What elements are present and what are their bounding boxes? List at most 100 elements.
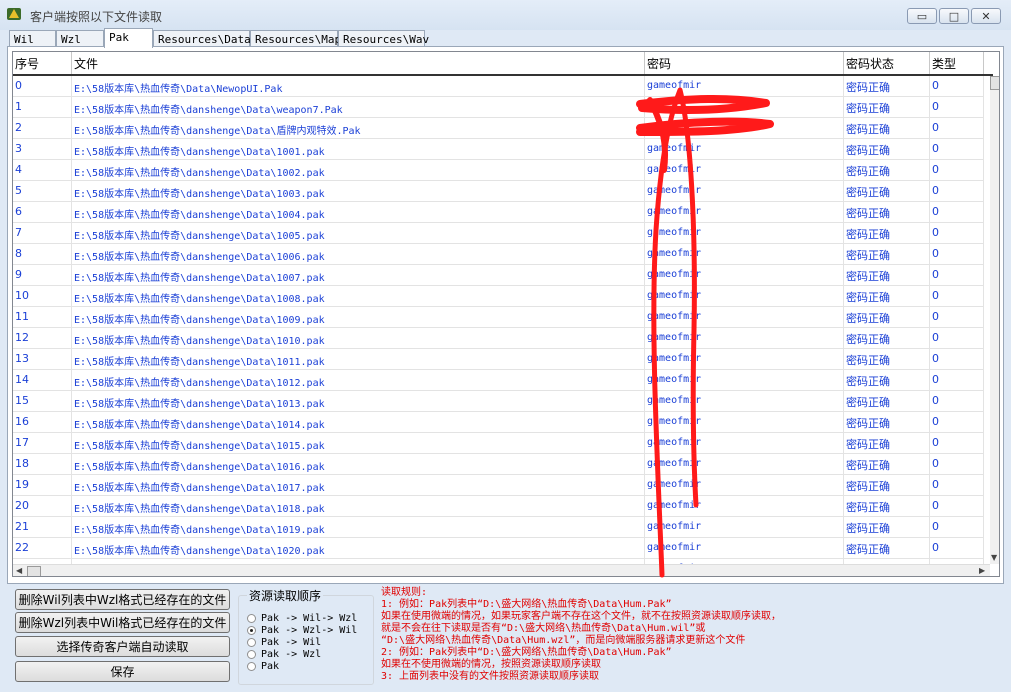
table-row[interactable]: 0 E:\58版本库\热血传奇\Data\NewopUI.Pak gameofmir… — [13, 76, 984, 97]
cell-file: E:\58版本库\热血传奇\danshenge\Data\1001.pak — [72, 139, 645, 159]
scroll-left-icon[interactable]: ◀ — [16, 567, 22, 575]
order-option-4[interactable]: Pak -> Wzl — [247, 648, 321, 660]
cell-password-status: 密码正确 — [844, 370, 930, 390]
rules-line: 如果在不使用微端的情况，按照资源读取顺序读取 — [381, 659, 601, 670]
table-row[interactable]: 18 E:\58版本库\热血传奇\danshenge\Data\1016.pak g… — [13, 454, 984, 475]
cell-password-status: 密码正确 — [844, 454, 930, 474]
table-row[interactable]: 3 E:\58版本库\热血传奇\danshenge\Data\1001.pak ga… — [13, 139, 984, 160]
table-row[interactable]: 21 E:\58版本库\热血传奇\danshenge\Data\1019.pak g… — [13, 517, 984, 538]
cell-no: 20 — [13, 496, 72, 516]
vertical-scrollbar[interactable]: ▼ — [990, 76, 999, 564]
cell-password: gameofmir — [645, 370, 844, 390]
table-row[interactable]: 4 E:\58版本库\热血传奇\danshenge\Data\1002.pak ga… — [13, 160, 984, 181]
radio-icon[interactable] — [247, 649, 256, 659]
table-row[interactable]: 7 E:\58版本库\热血传奇\danshenge\Data\1005.pak ga… — [13, 223, 984, 244]
minimize-button[interactable]: ▭ — [907, 8, 937, 24]
close-button[interactable]: ✕ — [971, 8, 1001, 24]
cell-file: E:\58版本库\热血传奇\danshenge\Data\1018.pak — [72, 496, 645, 516]
table-row[interactable]: 14 E:\58版本库\热血传奇\danshenge\Data\1012.pak g… — [13, 370, 984, 391]
cell-password-status: 密码正确 — [844, 223, 930, 243]
scroll-down-icon[interactable]: ▼ — [991, 554, 997, 562]
radio-icon[interactable] — [247, 637, 256, 647]
file-list[interactable]: 序号 文件 密码 密码状态 类型 0 E:\58版本库\热血传奇\Data\New… — [12, 51, 1000, 577]
table-row[interactable]: 1 E:\58版本库\热血传奇\danshenge\Data\weapon7.Pa… — [13, 97, 984, 118]
order-option-2[interactable]: Pak -> Wzl-> Wil — [247, 624, 357, 636]
table-row[interactable]: 11 E:\58版本库\热血传奇\danshenge\Data\1009.pak g… — [13, 307, 984, 328]
tab-resources-data[interactable]: Resources\Data — [153, 30, 251, 47]
table-row[interactable]: 5 E:\58版本库\热血传奇\danshenge\Data\1003.pak ga… — [13, 181, 984, 202]
cell-password: gameofmir — [645, 76, 844, 96]
table-row[interactable]: 13 E:\58版本库\热血传奇\danshenge\Data\1011.pak g… — [13, 349, 984, 370]
cell-file: E:\58版本库\热血传奇\danshenge\Data\1016.pak — [72, 454, 645, 474]
table-row[interactable]: 12 E:\58版本库\热血传奇\danshenge\Data\1010.pak g… — [13, 328, 984, 349]
table-row[interactable]: 15 E:\58版本库\热血传奇\danshenge\Data\1013.pak g… — [13, 391, 984, 412]
cell-password: gameofmir — [645, 244, 844, 264]
table-row[interactable]: 16 E:\58版本库\热血传奇\danshenge\Data\1014.pak g… — [13, 412, 984, 433]
cell-file: E:\58版本库\热血传奇\danshenge\Data\1005.pak — [72, 223, 645, 243]
horizontal-scrollbar[interactable]: ◀ ▶ — [13, 564, 990, 576]
cell-password: gameofmir — [645, 265, 844, 285]
cell-password-status: 密码正确 — [844, 307, 930, 327]
save-button[interactable]: 保存 — [15, 661, 230, 682]
table-row[interactable]: 22 E:\58版本库\热血传奇\danshenge\Data\1020.pak g… — [13, 538, 984, 559]
cell-type: 0 — [930, 370, 984, 390]
rules-line: 就是不会在往下读取是否有“D:\盛大网络\热血传奇\Data\Hum.wil”或 — [381, 623, 706, 634]
cell-file: E:\58版本库\热血传奇\danshenge\Data\1012.pak — [72, 370, 645, 390]
cell-no: 16 — [13, 412, 72, 432]
cell-file: E:\58版本库\热血传奇\danshenge\Data\1008.pak — [72, 286, 645, 306]
read-order-title: 资源读取顺序 — [247, 587, 324, 604]
cell-password-status: 密码正确 — [844, 181, 930, 201]
table-row[interactable]: 10 E:\58版本库\热血传奇\danshenge\Data\1008.pak g… — [13, 286, 984, 307]
cell-no: 22 — [13, 538, 72, 558]
order-option-1[interactable]: Pak -> Wil-> Wzl — [247, 612, 357, 624]
table-row[interactable]: 19 E:\58版本库\热血传奇\danshenge\Data\1017.pak g… — [13, 475, 984, 496]
delete-wil-dup-button[interactable]: 删除Wil列表中Wzl格式已经存在的文件 — [15, 589, 230, 610]
order-option-3[interactable]: Pak -> Wil — [247, 636, 321, 648]
tab-wzl[interactable]: Wzl — [56, 30, 104, 47]
cell-type: 0 — [930, 538, 984, 558]
horizontal-scroll-thumb[interactable] — [27, 566, 41, 576]
column-header-type[interactable]: 类型 — [930, 52, 984, 74]
cell-no: 9 — [13, 265, 72, 285]
table-row[interactable]: 2 E:\58版本库\热血传奇\danshenge\Data\盾牌内观特效.Pak… — [13, 118, 984, 139]
table-row[interactable]: 9 E:\58版本库\热血传奇\danshenge\Data\1007.pak ga… — [13, 265, 984, 286]
radio-selected-icon[interactable] — [247, 625, 256, 635]
table-row[interactable]: 8 E:\58版本库\热血传奇\danshenge\Data\1006.pak ga… — [13, 244, 984, 265]
cell-type: 0 — [930, 202, 984, 222]
cell-password-status: 密码正确 — [844, 391, 930, 411]
cell-no: 2 — [13, 118, 72, 138]
column-header-password[interactable]: 密码 — [645, 52, 844, 74]
maximize-button[interactable]: □ — [939, 8, 969, 24]
cell-password: gameofmir — [645, 349, 844, 369]
tab-pak[interactable]: Pak — [104, 28, 153, 48]
cell-password: gameofmir — [645, 139, 844, 159]
cell-type: 0 — [930, 475, 984, 495]
auto-read-client-button[interactable]: 选择传奇客户端自动读取 — [15, 636, 230, 657]
vertical-scroll-thumb[interactable] — [990, 76, 999, 90]
tab-wil[interactable]: Wil — [9, 30, 56, 47]
tab-resources-wav[interactable]: Resources\Wav — [338, 30, 429, 47]
column-header-password-status[interactable]: 密码状态 — [844, 52, 930, 74]
cell-type: 0 — [930, 223, 984, 243]
cell-password: gameofmir — [645, 454, 844, 474]
table-row[interactable]: 6 E:\58版本库\热血传奇\danshenge\Data\1004.pak ga… — [13, 202, 984, 223]
radio-icon[interactable] — [247, 661, 256, 671]
table-row[interactable]: 20 E:\58版本库\热血传奇\danshenge\Data\1018.pak g… — [13, 496, 984, 517]
delete-wzl-dup-button[interactable]: 删除Wzl列表中Wil格式已经存在的文件 — [15, 612, 230, 633]
close-icon: ✕ — [981, 9, 991, 23]
order-option-5[interactable]: Pak — [247, 660, 279, 672]
radio-icon[interactable] — [247, 613, 256, 623]
column-header-no[interactable]: 序号 — [13, 52, 72, 74]
cell-type: 0 — [930, 286, 984, 306]
cell-type: 0 — [930, 118, 984, 138]
cell-password: gameofmir — [645, 223, 844, 243]
cell-no: 0 — [13, 76, 72, 96]
column-header-file[interactable]: 文件 — [72, 52, 645, 74]
cell-password-status: 密码正确 — [844, 517, 930, 537]
cell-no: 6 — [13, 202, 72, 222]
cell-password: gameofmir — [645, 391, 844, 411]
table-row[interactable]: 17 E:\58版本库\热血传奇\danshenge\Data\1015.pak g… — [13, 433, 984, 454]
tab-resources-map[interactable]: Resources\Map — [250, 30, 341, 47]
cell-no: 1 — [13, 97, 72, 117]
scroll-right-icon[interactable]: ▶ — [979, 567, 985, 575]
